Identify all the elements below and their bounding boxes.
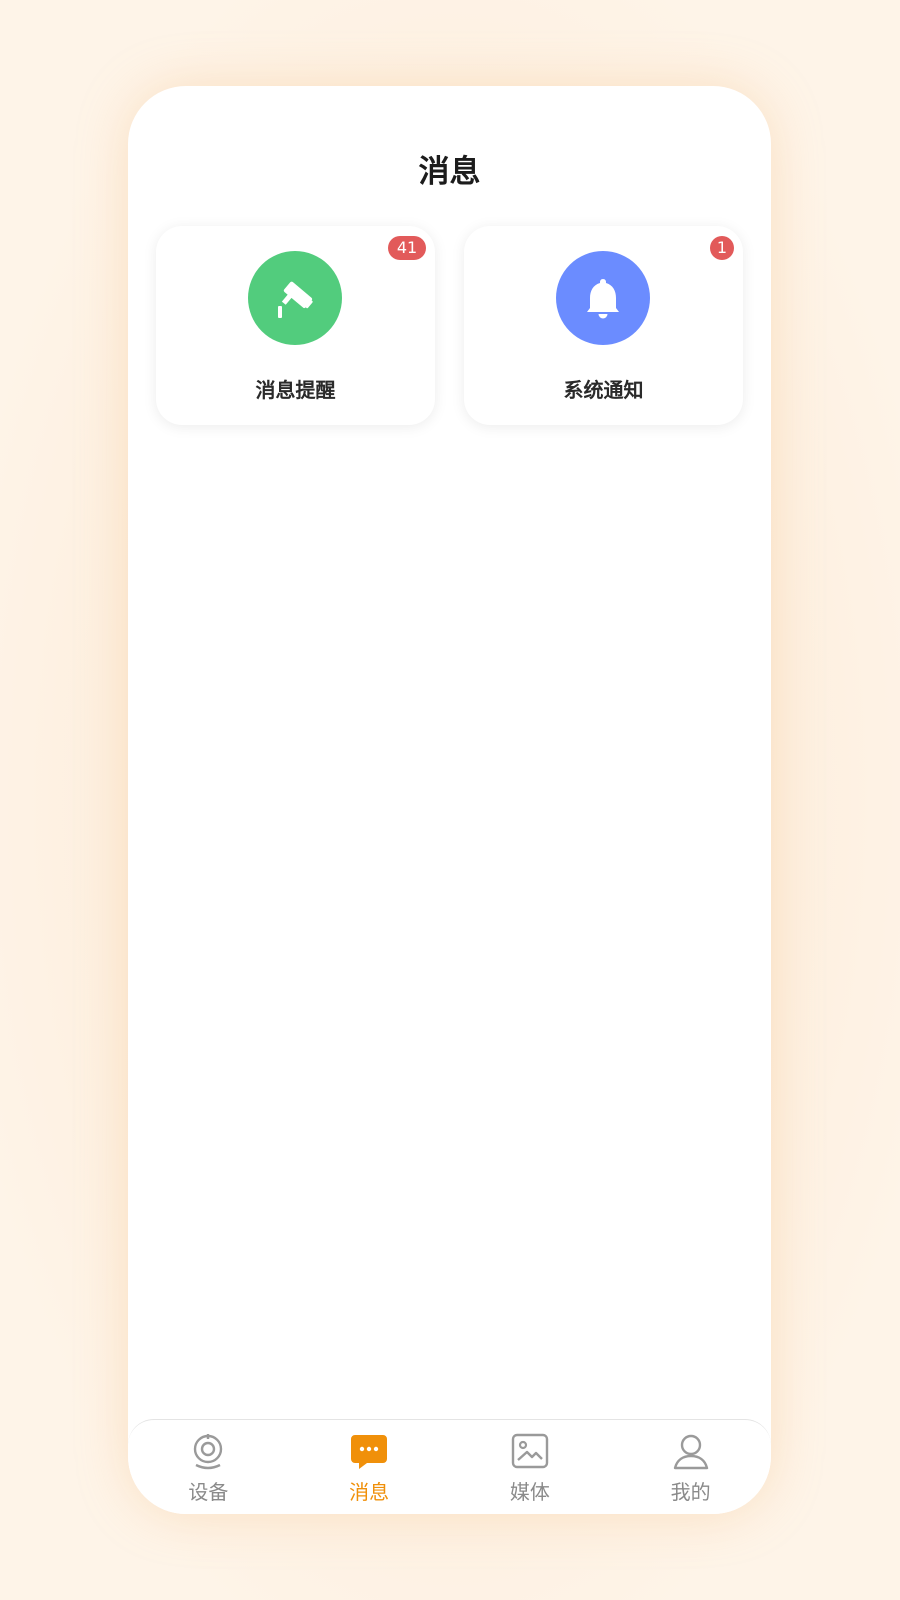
- app-screen: 消息 41 消息提醒 1 系统通知 设备 消息 媒体 我的: [128, 86, 771, 1514]
- unread-count-badge: 1: [710, 236, 734, 260]
- tab-label: 媒体: [509, 1480, 550, 1504]
- tab-messages[interactable]: 消息: [289, 1420, 450, 1514]
- card-label: 系统通知: [563, 378, 644, 402]
- tab-device[interactable]: 设备: [128, 1420, 289, 1514]
- bottom-tab-bar: 设备 消息 媒体 我的: [128, 1419, 771, 1514]
- card-label: 消息提醒: [255, 378, 336, 402]
- image-icon: [511, 1433, 549, 1469]
- message-alert-card[interactable]: 41 消息提醒: [156, 226, 435, 425]
- tab-label: 设备: [188, 1480, 229, 1504]
- tab-media[interactable]: 媒体: [450, 1420, 611, 1514]
- page-title: 消息: [418, 154, 481, 190]
- tab-mine[interactable]: 我的: [610, 1420, 771, 1514]
- user-icon: [673, 1434, 708, 1470]
- webcam-icon: [194, 1434, 223, 1470]
- system-notice-card[interactable]: 1 系统通知: [464, 226, 743, 425]
- tab-label: 我的: [670, 1480, 711, 1504]
- tab-label: 消息: [349, 1480, 390, 1504]
- unread-count-badge: 41: [388, 236, 426, 260]
- bell-icon: [556, 251, 650, 345]
- chat-icon: [351, 1435, 388, 1469]
- camera-icon: [248, 251, 342, 345]
